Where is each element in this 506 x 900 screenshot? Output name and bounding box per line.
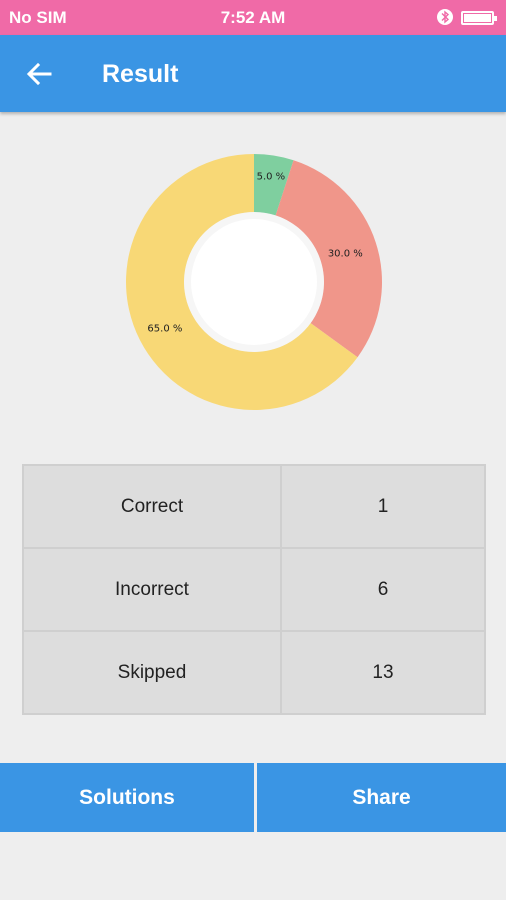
slice-label: 65.0 % — [147, 323, 182, 334]
status-time: 7:52 AM — [220, 8, 286, 27]
battery-icon — [461, 11, 497, 25]
donut-svg: 5.0 % 30.0 % 65.0 % — [125, 154, 382, 410]
page-title: Result — [102, 60, 179, 88]
results-table: Correct 1 Incorrect 6 Skipped 13 — [22, 464, 486, 715]
table-row: Skipped 13 — [22, 630, 486, 715]
app-bar: Result — [0, 35, 506, 112]
slice-label: 30.0 % — [328, 248, 363, 259]
slice-label: 5.0 % — [257, 171, 286, 182]
back-arrow-icon[interactable] — [24, 59, 54, 89]
incorrect-label: Incorrect — [22, 547, 282, 632]
solutions-button[interactable]: Solutions — [0, 763, 254, 832]
action-bar: Solutions Share — [0, 763, 506, 832]
bluetooth-icon — [437, 8, 453, 26]
status-bar: No SIM 7:52 AM — [0, 0, 506, 35]
result-donut-chart: 5.0 % 30.0 % 65.0 % — [120, 150, 388, 416]
incorrect-value: 6 — [280, 547, 486, 632]
table-row: Incorrect 6 — [22, 547, 486, 632]
correct-value: 1 — [280, 464, 486, 549]
table-row: Correct 1 — [22, 464, 486, 549]
donut-hole — [191, 219, 317, 345]
share-button[interactable]: Share — [257, 763, 506, 832]
skipped-value: 13 — [280, 630, 486, 715]
skipped-label: Skipped — [22, 630, 282, 715]
correct-label: Correct — [22, 464, 282, 549]
